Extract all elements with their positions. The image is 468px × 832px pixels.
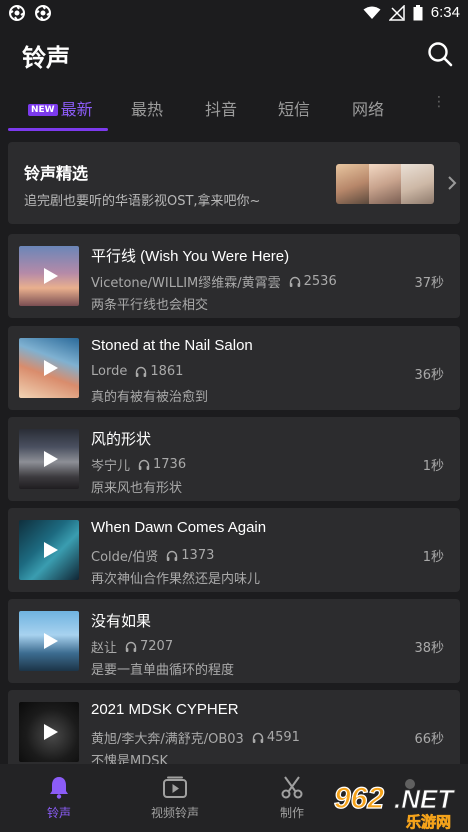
song-title: Stoned at the Nail Salon [91,337,253,354]
song-artist: Vicetone/WILLIM缪维霖/黄霄雲 [91,276,281,291]
nav-video-label: 视频铃声 [150,806,199,820]
song-description: 两条平行线也会相交 [91,298,209,313]
song-item[interactable]: 平行线 (Wish You Were Here) Vicetone/WILLIM… [8,234,460,318]
song-cover[interactable] [19,429,79,489]
song-meta: 岑宁儿 1736 [91,455,186,474]
wifi-icon [363,6,381,19]
svg-text:.NET: .NET [394,784,455,814]
nav-ringtones[interactable]: 铃声 [14,774,104,821]
song-plays: 2536 [303,274,337,289]
play-icon[interactable] [41,450,59,468]
song-title: 风的形状 [91,431,152,448]
page-title: 铃声 [22,44,70,72]
nav-video-ringtones[interactable]: 视频铃声 [130,774,220,821]
song-meta: 赵让 7207 [91,637,173,656]
song-plays: 1736 [153,457,187,472]
song-cover[interactable] [19,611,79,671]
song-description: 是要一直单曲循环的程度 [91,663,235,678]
notification-icon [35,5,51,21]
more-tabs-icon[interactable]: ⋮ [432,94,446,110]
bell-icon [50,777,68,799]
featured-subtitle: 追完剧也要听的华语影视OST,拿来吧你~ [24,194,261,209]
category-tabs: NEW 最新 最热 抖音 短信 网络 ⋮ [0,84,468,132]
svg-text:962: 962 [334,782,384,815]
song-description: 原来风也有形状 [91,481,183,496]
song-description: 再次神仙合作果然还是内味儿 [91,572,261,587]
song-item[interactable]: 风的形状 岑宁儿 1736 原来风也有形状 1秒 [8,417,460,501]
search-icon[interactable] [426,40,454,68]
nav-create-label: 制作 [279,806,304,820]
headphones-icon [138,459,150,470]
app-bar: 铃声 [0,26,468,82]
nav-create[interactable]: 制作 [247,774,337,821]
song-artist: 赵让 [91,641,118,656]
new-badge: NEW [28,104,58,116]
song-cover[interactable] [19,702,79,762]
song-duration: 38秒 [414,641,444,656]
headphones-icon [125,641,137,652]
site-watermark-logo: 962 .NET 乐游网 [333,779,456,830]
song-title: 平行线 (Wish You Were Here) [91,248,290,265]
tab-douyin[interactable]: 抖音 [205,96,237,120]
featured-banner[interactable]: 铃声精选 追完剧也要听的华语影视OST,拿来吧你~ [8,142,460,224]
play-icon[interactable] [41,632,59,650]
svg-text:乐游网: 乐游网 [406,813,451,830]
featured-thumbnail [336,164,434,204]
song-plays: 1861 [150,364,184,379]
song-duration: 66秒 [414,732,444,747]
song-plays: 1373 [181,548,215,563]
play-icon[interactable] [41,723,59,741]
scissors-icon [281,776,303,799]
song-artist: 黄旭/李大奔/满舒克/OB03 [91,732,244,747]
nav-ringtones-label: 铃声 [46,806,71,820]
song-cover[interactable] [19,520,79,580]
song-cover[interactable] [19,246,79,306]
song-meta: Colde/伯贤 1373 [91,546,214,565]
headphones-icon [289,276,300,287]
notification-icon [9,5,25,21]
tab-sms[interactable]: 短信 [278,96,310,120]
song-title: 2021 MDSK CYPHER [91,701,239,718]
song-item[interactable]: 2021 MDSK CYPHER 黄旭/李大奔/满舒克/OB03 4591 不愧… [8,690,460,774]
status-bar: 6:34 [0,0,468,26]
play-icon[interactable] [41,267,59,285]
headphones-icon [167,550,178,561]
song-artist: Lorde [91,364,128,379]
play-icon[interactable] [41,541,59,559]
status-time: 6:34 [430,4,460,21]
song-duration: 1秒 [422,459,444,474]
song-item[interactable]: 没有如果 赵让 7207 是要一直单曲循环的程度 38秒 [8,599,460,683]
song-artist: Colde/伯贤 [91,550,159,565]
song-cover[interactable] [19,338,79,398]
song-duration: 1秒 [422,550,444,565]
chevron-right-icon [448,176,457,190]
tab-network[interactable]: 网络 [352,96,384,120]
song-duration: 37秒 [414,276,444,291]
song-plays: 7207 [140,639,174,654]
headphones-icon [252,732,264,743]
headphones-icon [136,366,147,377]
song-meta: Vicetone/WILLIM缪维霖/黄霄雲 2536 [91,272,337,291]
song-meta: 黄旭/李大奔/满舒克/OB03 4591 [91,728,300,747]
song-item[interactable]: Stoned at the Nail Salon Lorde 1861 真的有被… [8,326,460,410]
battery-icon [413,4,423,20]
song-description: 真的有被有被治愈到 [91,390,209,405]
song-plays: 4591 [266,730,300,745]
tab-hottest[interactable]: 最热 [131,96,163,120]
song-title: 没有如果 [91,613,152,630]
song-title: When Dawn Comes Again [91,519,267,536]
song-item[interactable]: When Dawn Comes Again Colde/伯贤 1373 再次神仙… [8,508,460,592]
no-signal-icon [388,4,405,21]
featured-title: 铃声精选 [24,164,89,183]
song-duration: 36秒 [414,368,444,383]
tab-indicator [8,128,108,131]
play-icon[interactable] [41,359,59,377]
song-artist: 岑宁儿 [91,459,131,474]
tab-latest[interactable]: NEW 最新 [28,96,93,120]
song-meta: Lorde 1861 [91,364,183,379]
video-icon [163,776,187,798]
